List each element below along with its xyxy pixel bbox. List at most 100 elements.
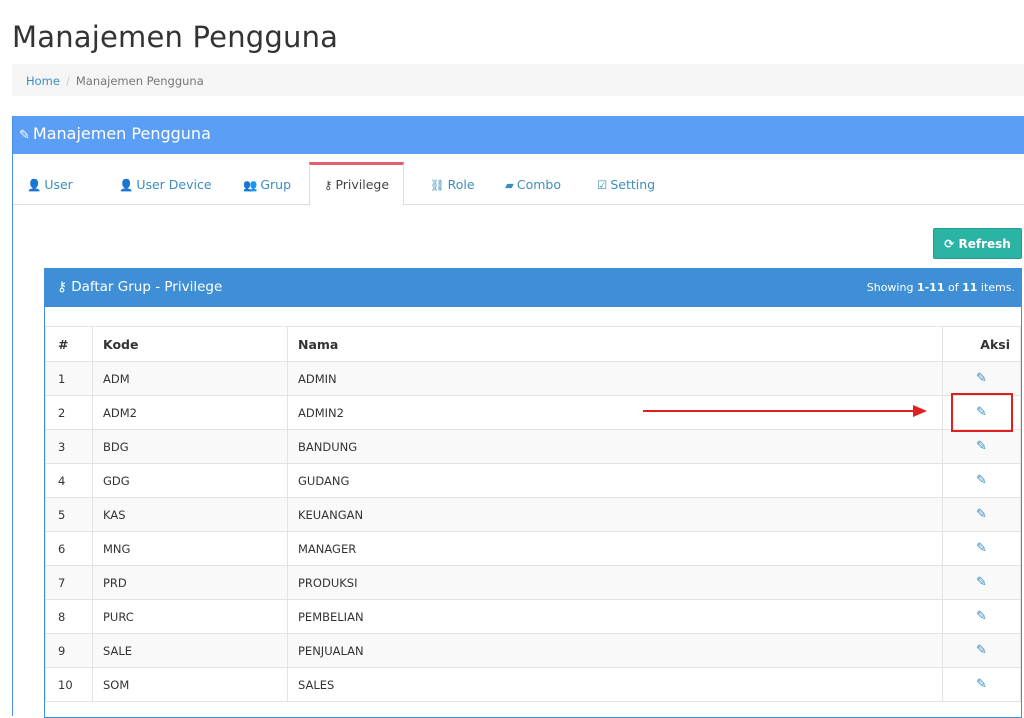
annotation-arrow-head (913, 405, 927, 417)
table-row: 6 MNG MANAGER ✎ (45, 531, 1021, 566)
row-kode: SOM (92, 667, 288, 702)
row-nama: PRODUKSI (287, 565, 943, 600)
tab-label: Grup (260, 177, 292, 192)
pencil-icon[interactable]: ✎ (976, 643, 987, 658)
breadcrumb-separator: / (65, 74, 70, 88)
table-row: 4 GDG GUDANG ✎ (45, 463, 1021, 498)
pencil-icon[interactable]: ✎ (976, 541, 987, 556)
tab-label: Setting (610, 177, 656, 192)
key-icon: ⚷ (57, 279, 67, 295)
row-number: 1 (45, 361, 93, 396)
row-nama: ADMIN2 (287, 395, 943, 430)
row-number: 5 (45, 497, 93, 532)
table-row: 3 BDG BANDUNG ✎ (45, 429, 1021, 464)
summary-of: of (947, 281, 959, 294)
breadcrumb-home-link[interactable]: Home (26, 74, 60, 88)
refresh-button[interactable]: ⟳ Refresh (933, 228, 1022, 259)
summary-range: 1-11 (916, 281, 945, 294)
refresh-label: Refresh (958, 236, 1011, 251)
user-icon: 👤 (27, 178, 42, 192)
sitemap-icon: ⛓ (430, 178, 445, 192)
grid-title: ⚷ Daftar Grup - Privilege (57, 279, 222, 295)
row-number: 4 (45, 463, 93, 498)
table-row: 2 ADM2 ADMIN2 ✎ (45, 395, 1021, 430)
table-row: 1 ADM ADMIN ✎ (45, 361, 1021, 396)
row-actions: ✎ (942, 599, 1021, 634)
pencil-icon[interactable]: ✎ (976, 507, 987, 522)
tab-bar: 👤 User 👤 User Device 👥 Grup ⚷ Privilege ⛓ Rol… (13, 154, 1024, 206)
tab-role[interactable]: ⛓ Role (430, 163, 475, 205)
breadcrumb-current: Manajemen Pengguna (75, 74, 204, 88)
row-kode: GDG (92, 463, 288, 498)
row-nama: BANDUNG (287, 429, 943, 464)
table-row: 7 PRD PRODUKSI ✎ (45, 565, 1021, 600)
row-kode: PRD (92, 565, 288, 600)
tab-grup[interactable]: 👥 Grup (243, 163, 291, 205)
table-row: 5 KAS KEUANGAN ✎ (45, 497, 1021, 532)
tab-label: Combo (516, 177, 561, 192)
pencil-icon[interactable]: ✎ (976, 677, 987, 692)
refresh-icon: ⟳ (944, 236, 955, 251)
tab-label: User Device (136, 177, 212, 192)
table-row: 8 PURC PEMBELIAN ✎ (45, 599, 1021, 634)
pencil-icon[interactable]: ✎ (976, 575, 987, 590)
row-nama: ADMIN (287, 361, 943, 396)
pencil-icon: ✎ (19, 128, 30, 143)
row-number: 8 (45, 599, 93, 634)
row-actions: ✎ (942, 667, 1021, 702)
panel-title: Manajemen Pengguna (32, 124, 211, 143)
pencil-icon[interactable]: ✎ (976, 609, 987, 624)
row-actions: ✎ (942, 497, 1021, 532)
table-row: 9 SALE PENJUALAN ✎ (45, 633, 1021, 668)
pencil-icon[interactable]: ✎ (976, 439, 987, 454)
annotation-arrow-line (643, 410, 915, 412)
row-number: 3 (45, 429, 93, 464)
row-actions: ✎ (942, 463, 1021, 498)
row-number: 7 (45, 565, 93, 600)
row-number: 2 (45, 395, 93, 430)
row-actions: ✎ (942, 565, 1021, 600)
edit-icon: ☑ (597, 178, 608, 192)
row-nama: SALES (287, 667, 943, 702)
tab-user[interactable]: 👤 User (27, 163, 73, 205)
tab-user-device[interactable]: 👤 User Device (119, 163, 212, 205)
tab-privilege[interactable]: ⚷ Privilege (309, 162, 405, 206)
privilege-grid: ⚷ Daftar Grup - Privilege Showing 1-11 o… (44, 268, 1022, 718)
row-nama: PENJUALAN (287, 633, 943, 668)
row-number: 6 (45, 531, 93, 566)
tab-combo[interactable]: ▰ Combo (505, 163, 561, 205)
tab-label: User (44, 177, 73, 192)
summary-total: 11 (962, 281, 978, 294)
tab-setting[interactable]: ☑ Setting (597, 163, 655, 205)
row-number: 10 (45, 667, 93, 702)
column-header-aksi: Aksi (942, 326, 1021, 362)
row-kode: MNG (92, 531, 288, 566)
grid-summary: Showing 1-11 of 11 items. (867, 281, 1015, 294)
row-kode: ADM (92, 361, 288, 396)
column-header-kode[interactable]: Kode (92, 326, 288, 362)
users-icon: 👥 (243, 178, 258, 192)
key-icon: ⚷ (324, 178, 333, 192)
row-nama: MANAGER (287, 531, 943, 566)
column-header-nama[interactable]: Nama (287, 326, 943, 362)
row-nama: GUDANG (287, 463, 943, 498)
row-actions: ✎ (942, 633, 1021, 668)
row-actions: ✎ (942, 361, 1021, 396)
row-kode: BDG (92, 429, 288, 464)
row-kode: PURC (92, 599, 288, 634)
pencil-icon[interactable]: ✎ (976, 371, 987, 386)
row-actions: ✎ (942, 429, 1021, 464)
row-nama: KEUANGAN (287, 497, 943, 532)
summary-suffix: items. (980, 281, 1015, 294)
book-icon: ▰ (505, 178, 514, 192)
row-kode: KAS (92, 497, 288, 532)
table-row: 10 SOM SALES ✎ (45, 667, 1021, 702)
pencil-icon[interactable]: ✎ (976, 473, 987, 488)
page-title: Manajemen Pengguna (12, 20, 339, 54)
privilege-table: # Kode Nama Aksi 1 ADM ADMIN ✎ 2 ADM2 AD… (45, 326, 1021, 702)
user-management-panel: ✎ Manajemen Pengguna 👤 User 👤 User Device 👥… (12, 116, 1024, 718)
grid-header: ⚷ Daftar Grup - Privilege Showing 1-11 o… (45, 269, 1021, 307)
breadcrumb: Home / Manajemen Pengguna (12, 64, 1024, 96)
annotation-highlight-box (951, 393, 1013, 432)
grid-title-text: Daftar Grup - Privilege (71, 279, 223, 295)
